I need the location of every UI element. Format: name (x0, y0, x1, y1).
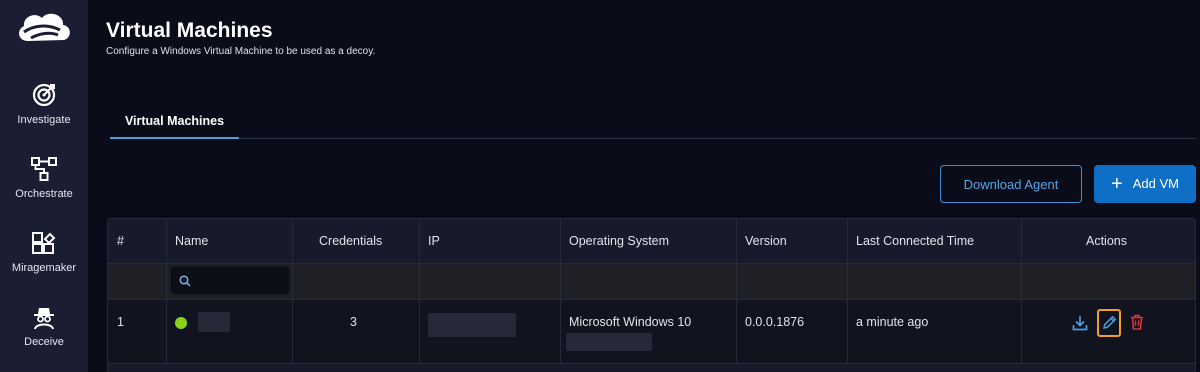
zscaler-logo-icon[interactable] (14, 8, 74, 48)
sidebar: Investigate Orchestrate Miragemaker Dece… (0, 0, 88, 372)
column-header-version[interactable]: Version (745, 234, 787, 248)
edit-button-highlight[interactable] (1097, 309, 1121, 337)
column-header-operating-system[interactable]: Operating System (569, 234, 669, 248)
page-title: Virtual Machines (106, 19, 273, 42)
add-vm-button[interactable]: + Add VM (1094, 165, 1196, 203)
name-search-box[interactable] (170, 266, 290, 295)
last-connected-value: a minute ago (856, 315, 929, 329)
credentials-count[interactable]: 3 (350, 315, 357, 329)
download-agent-button[interactable]: Download Agent (940, 165, 1082, 203)
sidebar-item-label: Deceive (24, 336, 64, 348)
divider (560, 219, 561, 363)
name-search-input[interactable] (197, 271, 285, 291)
column-header-credentials[interactable]: Credentials (319, 234, 382, 248)
download-icon[interactable] (1071, 314, 1089, 337)
column-header-last-connected[interactable]: Last Connected Time (856, 234, 974, 248)
divider (292, 219, 293, 363)
tab-virtual-machines[interactable]: Virtual Machines (110, 102, 239, 139)
vm-table: # Name Credentials IP Operating System V… (107, 218, 1196, 372)
divider (736, 219, 737, 363)
edit-pencil-icon[interactable] (1101, 314, 1118, 336)
column-header-index: # (117, 234, 124, 248)
sidebar-item-label: Orchestrate (15, 188, 73, 200)
page-subtitle: Configure a Windows Virtual Machine to b… (106, 46, 376, 57)
operating-system-value: Microsoft Windows 10 (569, 315, 692, 329)
column-header-ip[interactable]: IP (428, 234, 440, 248)
sidebar-item-label: Miragemaker (11, 262, 77, 274)
divider (419, 219, 420, 363)
row-index: 1 (117, 315, 124, 329)
sidebar-item-investigate[interactable]: Investigate (0, 82, 88, 152)
version-value: 0.0.0.1876 (745, 315, 805, 329)
search-icon (179, 275, 191, 287)
sidebar-item-orchestrate[interactable]: Orchestrate (0, 156, 88, 226)
redacted-ip (428, 313, 516, 337)
divider (108, 263, 1195, 264)
sidebar-item-label: Investigate (17, 114, 71, 126)
divider (847, 219, 848, 363)
orchestrate-flow-icon (0, 156, 88, 182)
tab-bar: Virtual Machines (110, 102, 1196, 139)
status-connected-dot (175, 317, 187, 329)
plus-icon: + (1111, 172, 1123, 195)
delete-trash-icon[interactable] (1129, 313, 1145, 336)
deceive-spy-icon (0, 304, 88, 330)
redacted-os-detail (566, 333, 652, 351)
table-scroll-strip (108, 363, 1195, 372)
table-row[interactable] (108, 299, 1195, 363)
sidebar-item-miragemaker[interactable]: Miragemaker (0, 230, 88, 300)
add-vm-label: Add VM (1132, 175, 1179, 191)
miragemaker-icon (0, 230, 88, 256)
sidebar-item-deceive[interactable]: Deceive (0, 304, 88, 372)
investigate-target-icon (0, 82, 88, 108)
divider (1021, 219, 1022, 363)
redacted-name (198, 312, 230, 332)
divider (166, 219, 167, 363)
column-header-name[interactable]: Name (175, 234, 208, 248)
column-header-actions: Actions (1086, 234, 1127, 248)
